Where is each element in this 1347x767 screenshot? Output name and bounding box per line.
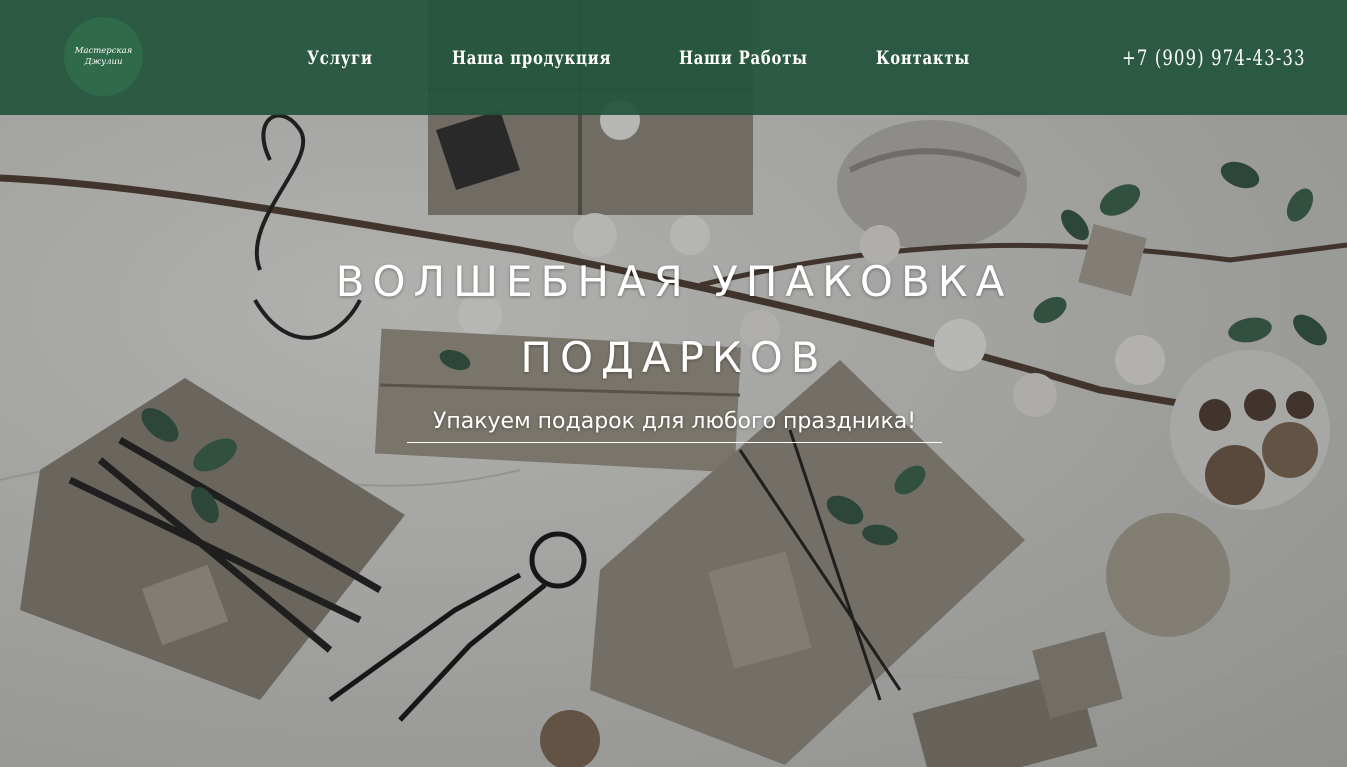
phone-link[interactable]: +7 (909) 974-43-33: [1122, 44, 1306, 72]
hero-subtitle: Упакуем подарок для любого праздника!: [407, 405, 942, 443]
logo-line-2: Джулии: [84, 56, 123, 67]
nav-products[interactable]: Наша продукция: [452, 44, 611, 72]
logo[interactable]: Мастерская Джулии: [64, 17, 143, 96]
nav-our-works[interactable]: Наши Работы: [679, 44, 808, 72]
nav-services[interactable]: Услуги: [307, 44, 373, 72]
site-header: Мастерская Джулии Услуги Наша продукция …: [0, 0, 1347, 115]
nav-contacts[interactable]: Контакты: [876, 44, 970, 72]
hero-title: ВОЛШЕБНАЯ УПАКОВКА ПОДАРКОВ: [335, 257, 1013, 382]
logo-line-1: Мастерская: [74, 45, 133, 56]
